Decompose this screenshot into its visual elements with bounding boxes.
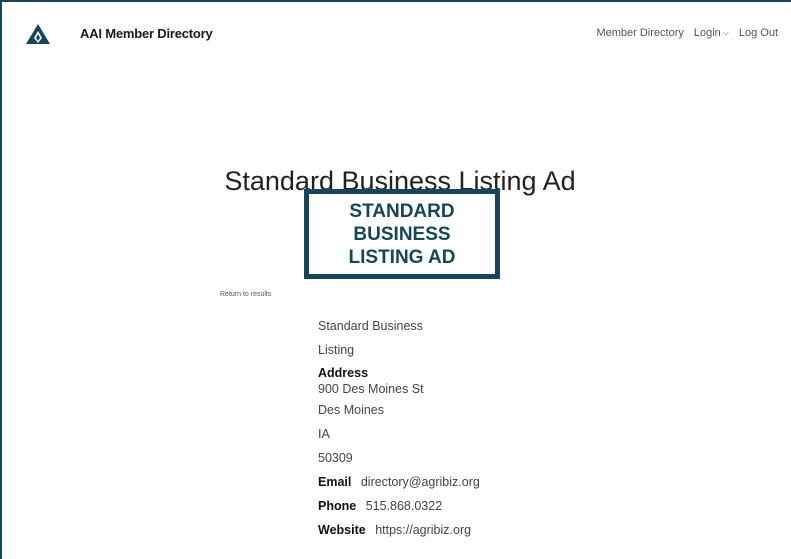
nav-login[interactable]: Login ⌵ — [694, 27, 729, 39]
chevron-down-icon: ⌵ — [722, 28, 729, 37]
address-label: Address — [318, 366, 369, 380]
address-block: Address 900 Des Moines St — [318, 366, 618, 400]
website-label: Website — [318, 523, 366, 537]
phone-value[interactable]: 515.868.0322 — [366, 499, 442, 513]
website-value[interactable]: https://agribiz.org — [375, 523, 471, 537]
address-street: 900 Des Moines St — [318, 382, 424, 396]
email-label: Email — [318, 475, 352, 489]
mountain-logo-icon[interactable] — [26, 24, 50, 44]
address-state: IA — [318, 427, 330, 441]
return-to-results-link[interactable]: Return to results — [220, 291, 271, 298]
listing-ad-image: STANDARD BUSINESS LISTING AD — [304, 189, 500, 279]
email-value[interactable]: directory@agribiz.org — [361, 475, 480, 489]
listing-details: Standard Business Listing Address 900 De… — [318, 316, 618, 544]
top-nav: AAI Member Directory Member Directory Lo… — [0, 0, 791, 66]
phone-label: Phone — [318, 499, 357, 513]
nav-member-directory[interactable]: Member Directory — [596, 27, 683, 39]
listing-name-line2: Listing — [318, 343, 355, 357]
ad-line-3: LISTING AD — [348, 246, 456, 268]
address-zip: 50309 — [318, 451, 353, 465]
listing-name-line1: Standard Business — [318, 319, 423, 333]
phone-row: Phone 515.868.0322 — [318, 496, 618, 520]
brand-title[interactable]: AAI Member Directory — [80, 26, 213, 41]
ad-line-1: STANDARD — [349, 200, 455, 222]
nav-links: Member Directory Login ⌵ Log Out — [596, 27, 778, 39]
nav-logout[interactable]: Log Out — [739, 27, 778, 39]
website-row: Website https://agribiz.org — [318, 520, 618, 544]
address-city: Des Moines — [318, 403, 384, 417]
email-row: Email directory@agribiz.org — [318, 472, 618, 496]
ad-line-2: BUSINESS — [353, 223, 451, 245]
nav-login-label: Login — [693, 27, 721, 39]
